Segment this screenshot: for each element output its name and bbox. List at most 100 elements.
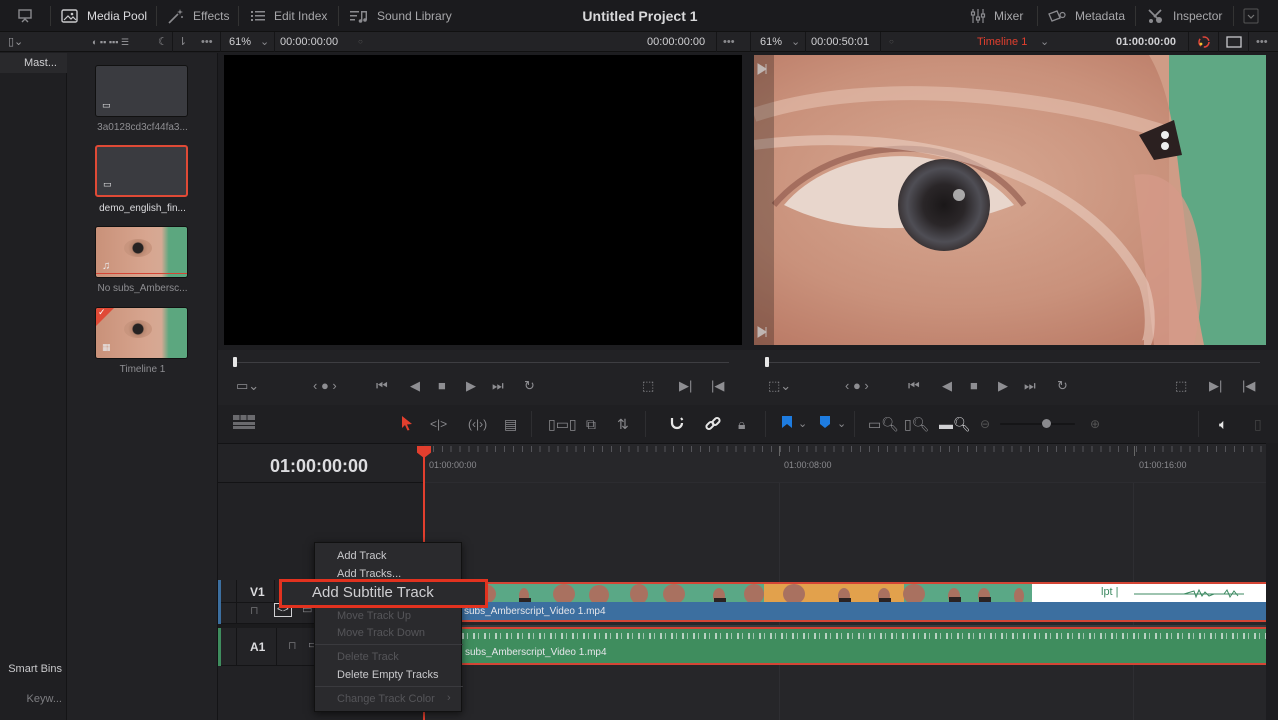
insert-clip-icon[interactable]: ▯▭▯: [548, 415, 577, 433]
view-mode-icons[interactable]: ◐ ▪▪ ▪▪▪ ☰: [92, 32, 129, 52]
zoom-detail-icon[interactable]: ▯🔍︎: [904, 415, 929, 433]
menu-item-delete-empty-tracks[interactable]: Delete Empty Tracks: [337, 669, 438, 681]
chevron-down-icon[interactable]: ⌄: [260, 32, 269, 52]
source-viewer-screen[interactable]: [224, 55, 742, 345]
source-scrub-handle[interactable]: [233, 357, 237, 367]
zoom-full-extent-icon[interactable]: ▭🔍︎: [868, 415, 899, 433]
menu-item-add-subtitle-track[interactable]: Add Subtitle Track: [279, 579, 488, 608]
play-reverse-icon[interactable]: ◀: [942, 377, 952, 395]
replace-clip-icon[interactable]: ⇅: [617, 415, 629, 433]
overwrite-clip-icon[interactable]: ⧉: [586, 415, 596, 433]
tab-edit-index[interactable]: Edit Index: [250, 0, 327, 32]
color-wheel-icon[interactable]: [1197, 32, 1211, 52]
zoom-slider-handle[interactable]: [1042, 419, 1051, 428]
marker-dropdown-chevron-icon[interactable]: ⌄: [837, 415, 846, 433]
go-to-start-icon[interactable]: ⏮: [908, 377, 920, 395]
video-frame-eye-closeup: [754, 55, 1266, 345]
blade-edit-icon[interactable]: ▤: [504, 415, 517, 433]
loop-icon[interactable]: ↻: [1057, 377, 1068, 395]
source-scrubber[interactable]: [234, 362, 729, 363]
timeline-transport-controls: ⬚⌄ ‹ ● › ⏮ ◀ ■ ▶ ⏭ ↻ ⬚ ▶| |◀: [748, 350, 1278, 405]
keyframe-nav-icon[interactable]: ‹ ● ›: [313, 377, 337, 395]
go-to-end-icon[interactable]: ⏭: [492, 377, 504, 395]
video-clip-thumbnails[interactable]: lpt |: [464, 582, 1266, 602]
mark-in-icon[interactable]: ▶|: [1209, 377, 1222, 395]
workspace-toggle-button[interactable]: [17, 0, 33, 32]
more-options-icon[interactable]: •••: [201, 32, 213, 52]
tab-inspector[interactable]: Inspector: [1147, 0, 1222, 32]
chevron-down-icon[interactable]: ⌄: [791, 32, 800, 52]
snapping-magnet-icon[interactable]: [668, 415, 686, 433]
lock-icon[interactable]: ⊓: [250, 604, 259, 617]
audio-clip-name: subs_Amberscript_Video 1.mp4: [465, 647, 607, 658]
media-clip-subtitle-2[interactable]: ▭: [95, 145, 188, 197]
menu-item-add-track[interactable]: Add Track: [337, 550, 387, 562]
subtitle-icon: ▭: [102, 100, 111, 110]
dynamic-trim-icon[interactable]: (‹|›): [468, 415, 487, 433]
tab-sound-library-label: Sound Library: [377, 9, 452, 23]
stop-icon[interactable]: ■: [438, 377, 446, 395]
loop-icon[interactable]: ↻: [524, 377, 535, 395]
trim-edit-icon[interactable]: <|>: [430, 415, 447, 433]
zoom-out-icon[interactable]: ⊖: [980, 415, 990, 433]
linked-selection-icon[interactable]: [704, 415, 722, 433]
match-frame-icon[interactable]: ⬚: [1175, 377, 1187, 395]
stop-icon[interactable]: ■: [970, 377, 978, 395]
video-clip-v1[interactable]: subs_Amberscript_Video 1.mp4: [462, 602, 1266, 622]
zoom-custom-icon[interactable]: ▬🔍︎: [939, 415, 971, 433]
go-to-start-icon[interactable]: ⏮: [376, 377, 388, 395]
play-icon[interactable]: ▶: [466, 377, 476, 395]
clip-view-icon[interactable]: ▭⌄: [236, 377, 259, 395]
smart-bin-keywords[interactable]: Keyw...: [0, 693, 67, 705]
media-clip-video[interactable]: ♫: [95, 226, 188, 278]
mark-out-icon[interactable]: |◀: [1242, 377, 1255, 395]
panel-layout-toggle-icon[interactable]: ▯⌄: [8, 32, 23, 52]
moon-icon[interactable]: ☾: [158, 32, 168, 52]
transform-overlay-icon[interactable]: ⬚⌄: [768, 377, 791, 395]
music-note-icon: ♫: [102, 260, 111, 272]
play-icon[interactable]: ▶: [998, 377, 1008, 395]
mark-in-icon[interactable]: ▶|: [679, 377, 692, 395]
timeline-scrub-handle[interactable]: [765, 357, 769, 367]
more-options-icon[interactable]: •••: [1256, 32, 1268, 52]
audio-clip-a1[interactable]: subs_Amberscript_Video 1.mp4: [462, 627, 1266, 665]
more-options-icon[interactable]: •••: [723, 32, 735, 52]
flag-dropdown-chevron-icon[interactable]: ⌄: [798, 415, 807, 433]
lock-icon[interactable]: ⊓: [288, 639, 297, 652]
go-to-end-icon[interactable]: ⏭: [1024, 377, 1036, 395]
ruler-label: 01:00:00:00: [429, 460, 477, 470]
timeline-viewer-screen[interactable]: [754, 55, 1266, 345]
keyframe-nav-icon[interactable]: ‹ ● ›: [845, 377, 869, 395]
match-frame-icon[interactable]: ⬚: [642, 377, 654, 395]
zoom-in-icon[interactable]: ⊕: [1090, 415, 1100, 433]
timeline-ruler[interactable]: 01:00:00:00 01:00:08:00 01:00:16:00: [424, 443, 1266, 483]
tab-mixer[interactable]: Mixer: [970, 0, 1023, 32]
media-clip-subtitle-1[interactable]: ▭: [95, 65, 188, 117]
selection-pointer-icon[interactable]: [400, 415, 414, 431]
speaker-volume-icon[interactable]: 🔈︎: [1219, 415, 1227, 433]
source-zoom[interactable]: 61%: [229, 32, 251, 52]
play-reverse-icon[interactable]: ◀: [410, 377, 420, 395]
bin-master[interactable]: Mast...: [0, 53, 67, 73]
timeline-scrubber[interactable]: [768, 362, 1260, 363]
media-clip-timeline[interactable]: ✓ ▦: [95, 307, 188, 359]
marker-icon[interactable]: [819, 415, 831, 429]
timeline-zoom[interactable]: 61%: [760, 32, 782, 52]
viewer-mode-icon[interactable]: [1226, 32, 1242, 52]
zoom-slider[interactable]: [1000, 423, 1075, 425]
tab-metadata[interactable]: Metadata: [1047, 0, 1125, 32]
mark-out-icon[interactable]: |◀: [711, 377, 724, 395]
tab-effects[interactable]: Effects: [167, 0, 229, 32]
chevron-down-icon[interactable]: ⌄: [1040, 32, 1049, 52]
source-timecode-duration: 00:00:00:00: [280, 36, 339, 48]
expand-panel-button[interactable]: [1243, 0, 1259, 32]
audio-meter-icon[interactable]: ▯: [1254, 415, 1262, 433]
tab-media-pool[interactable]: Media Pool: [61, 0, 147, 32]
position-lock-icon[interactable]: 🔒︎: [738, 415, 745, 433]
timeline-name-dropdown[interactable]: Timeline 1: [977, 32, 1027, 52]
timeline-vertical-scrollbar[interactable]: [1266, 443, 1278, 720]
tab-sound-library[interactable]: Sound Library: [349, 0, 452, 32]
sort-icon[interactable]: ⇂: [178, 32, 187, 52]
flag-icon[interactable]: [781, 415, 793, 429]
timeline-view-options-icon[interactable]: [233, 415, 255, 429]
